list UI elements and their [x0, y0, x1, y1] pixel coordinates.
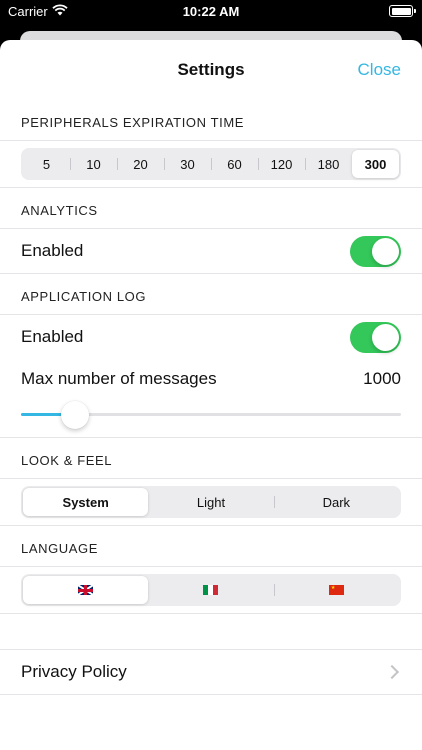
appearance-option-light[interactable]: Light: [148, 488, 273, 516]
language-option-english[interactable]: [23, 576, 149, 604]
divider: [0, 478, 422, 479]
privacy-policy-label: Privacy Policy: [21, 662, 127, 681]
status-bar: Carrier 10:22 AM: [0, 0, 422, 24]
peripherals-section-header: PERIPHERALS EXPIRATION TIME: [21, 115, 245, 130]
max-messages-value: 1000: [363, 369, 401, 388]
log-enabled-toggle[interactable]: [350, 321, 401, 353]
analytics-enabled-label: Enabled: [21, 241, 84, 260]
toggle-knob: [372, 237, 399, 265]
log-enabled-label: Enabled: [21, 327, 84, 346]
expiration-option-5[interactable]: 5: [23, 150, 70, 178]
divider: [0, 140, 422, 141]
settings-sheet: Settings Close PERIPHERALS EXPIRATION TI…: [0, 40, 422, 750]
language-section-header: LANGUAGE: [21, 541, 99, 556]
log-enabled-row: Enabled: [0, 315, 422, 359]
expiration-option-20[interactable]: 20: [117, 150, 164, 178]
appearance-option-system[interactable]: System: [23, 488, 149, 516]
divider: [0, 694, 422, 695]
application-log-section-header: APPLICATION LOG: [21, 289, 147, 304]
italy-flag-icon: [203, 585, 219, 595]
close-button[interactable]: Close: [358, 60, 401, 80]
language-option-chinese[interactable]: ★: [273, 576, 399, 604]
language-option-italian[interactable]: [148, 576, 273, 604]
expiration-option-10[interactable]: 10: [70, 150, 117, 178]
battery-icon: [389, 5, 416, 17]
china-flag-icon: ★: [328, 585, 344, 595]
expiration-option-120[interactable]: 120: [258, 150, 305, 178]
privacy-policy-row[interactable]: Privacy Policy: [0, 650, 422, 694]
toggle-knob: [372, 323, 399, 351]
analytics-section-header: ANALYTICS: [21, 203, 98, 218]
language-segmented-control: ★: [21, 574, 401, 606]
expiration-option-180[interactable]: 180: [305, 150, 352, 178]
expiration-time-segmented-control: 5 10 20 30 60 120 180 300: [21, 148, 401, 180]
max-messages-slider[interactable]: [21, 399, 401, 429]
divider: [0, 566, 422, 567]
uk-flag-icon: [78, 585, 94, 595]
appearance-option-dark[interactable]: Dark: [273, 488, 399, 516]
expiration-option-30[interactable]: 30: [164, 150, 211, 178]
look-feel-section-header: LOOK & FEEL: [21, 453, 113, 468]
appearance-segmented-control: System Light Dark: [21, 486, 401, 518]
max-messages-label: Max number of messages: [21, 369, 217, 388]
analytics-enabled-row: Enabled: [0, 229, 422, 273]
expiration-option-60[interactable]: 60: [211, 150, 258, 178]
analytics-enabled-toggle[interactable]: [350, 235, 401, 267]
chevron-right-icon: [384, 664, 400, 680]
nav-bar: Settings Close: [0, 40, 422, 100]
slider-thumb[interactable]: [61, 401, 89, 429]
expiration-option-300[interactable]: 300: [352, 150, 399, 178]
clock: 10:22 AM: [182, 4, 240, 19]
max-messages-row: Max number of messages 1000: [0, 359, 422, 399]
